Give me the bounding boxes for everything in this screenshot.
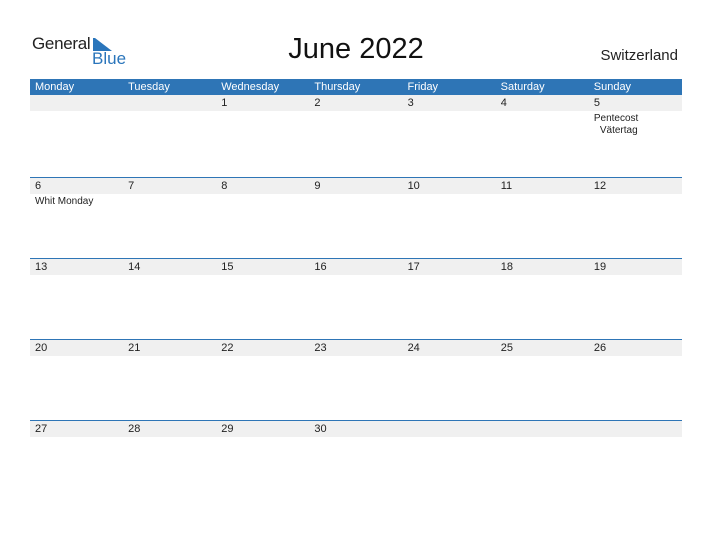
day-cell: [123, 95, 216, 176]
day-number: 15: [221, 261, 234, 273]
weekday-header: Monday Tuesday Wednesday Thursday Friday…: [30, 79, 682, 95]
holiday-label: Pentecost: [593, 113, 639, 124]
week-row: 1 2 3 4 5 Pentecost Vätertag: [30, 95, 682, 176]
day-cell: 30: [309, 421, 402, 502]
day-cell: 23: [309, 340, 402, 421]
day-cell: 22: [216, 340, 309, 421]
day-number: 16: [314, 261, 327, 273]
day-number: 7: [128, 180, 135, 192]
day-number: 9: [314, 180, 321, 192]
holiday-label: Whit Monday: [35, 196, 94, 207]
week-row: 27 28 29 30: [30, 420, 682, 502]
week-row: 13 14 15 16 17 18 19: [30, 258, 682, 340]
day-number: 14: [128, 261, 141, 273]
day-number: 30: [314, 423, 327, 435]
day-number: 18: [500, 261, 513, 273]
day-number: 29: [221, 423, 234, 435]
day-number: 21: [128, 342, 141, 354]
holiday-label: Vätertag: [599, 125, 638, 136]
weekday-tuesday: Tuesday: [128, 81, 170, 93]
day-cell: 29: [216, 421, 309, 502]
day-number: 4: [500, 97, 507, 109]
day-number: 19: [593, 261, 607, 273]
day-number: 20: [35, 342, 48, 354]
day-number: 26: [593, 342, 607, 354]
day-number: 11: [500, 180, 513, 192]
day-number: 17: [407, 261, 420, 273]
day-cell: 28: [123, 421, 216, 502]
day-number: 22: [221, 342, 234, 354]
week-row: 20 21 22 23 24 25 26: [30, 339, 682, 421]
day-cell: 19: [589, 259, 682, 340]
day-cell: 10: [403, 178, 496, 259]
day-cell: [30, 95, 123, 176]
day-cell: 24: [403, 340, 496, 421]
day-cell: 9: [309, 178, 402, 259]
day-cell: 1: [216, 95, 309, 176]
day-cell: 5 Pentecost Vätertag: [589, 95, 682, 176]
day-number: 28: [128, 423, 141, 435]
day-number: 24: [407, 342, 420, 354]
weekday-thursday: Thursday: [314, 81, 361, 93]
weekday-friday: Friday: [407, 81, 439, 93]
day-cell: 26: [589, 340, 682, 421]
day-number: 13: [35, 261, 48, 273]
day-cell: 7: [123, 178, 216, 259]
day-number: 6: [35, 180, 42, 192]
day-cell: 14: [123, 259, 216, 340]
day-cell: 25: [496, 340, 589, 421]
day-cell: 4: [496, 95, 589, 176]
day-number: 8: [221, 180, 228, 192]
day-cell: 11: [496, 178, 589, 259]
day-cell: 12: [589, 178, 682, 259]
day-cell: 6 Whit Monday: [30, 178, 123, 259]
country-label: Switzerland: [600, 47, 678, 64]
weekday-saturday: Saturday: [500, 81, 545, 93]
weekday-monday: Monday: [35, 81, 75, 93]
day-number: 5: [593, 97, 600, 109]
week-row: 6 Whit Monday 7 8 9 10 11 12: [30, 177, 682, 259]
day-cell: [589, 421, 682, 502]
day-cell: 21: [123, 340, 216, 421]
day-cell: 8: [216, 178, 309, 259]
day-cell: 2: [309, 95, 402, 176]
day-number: 27: [35, 423, 48, 435]
day-cell: 17: [403, 259, 496, 340]
day-number: 3: [407, 97, 414, 109]
day-number: 1: [221, 97, 228, 109]
day-number: 25: [500, 342, 513, 354]
day-number: 23: [314, 342, 327, 354]
weekday-wednesday: Wednesday: [221, 81, 280, 93]
weekday-sunday: Sunday: [593, 81, 632, 93]
day-cell: 15: [216, 259, 309, 340]
day-cell: [496, 421, 589, 502]
day-cell: 20: [30, 340, 123, 421]
day-number: 2: [314, 97, 321, 109]
day-cell: 13: [30, 259, 123, 340]
day-number: 10: [407, 180, 420, 192]
day-cell: 3: [403, 95, 496, 176]
day-cell: 18: [496, 259, 589, 340]
day-cell: 27: [30, 421, 123, 502]
day-number: 12: [593, 180, 607, 192]
day-cell: [403, 421, 496, 502]
day-cell: 16: [309, 259, 402, 340]
